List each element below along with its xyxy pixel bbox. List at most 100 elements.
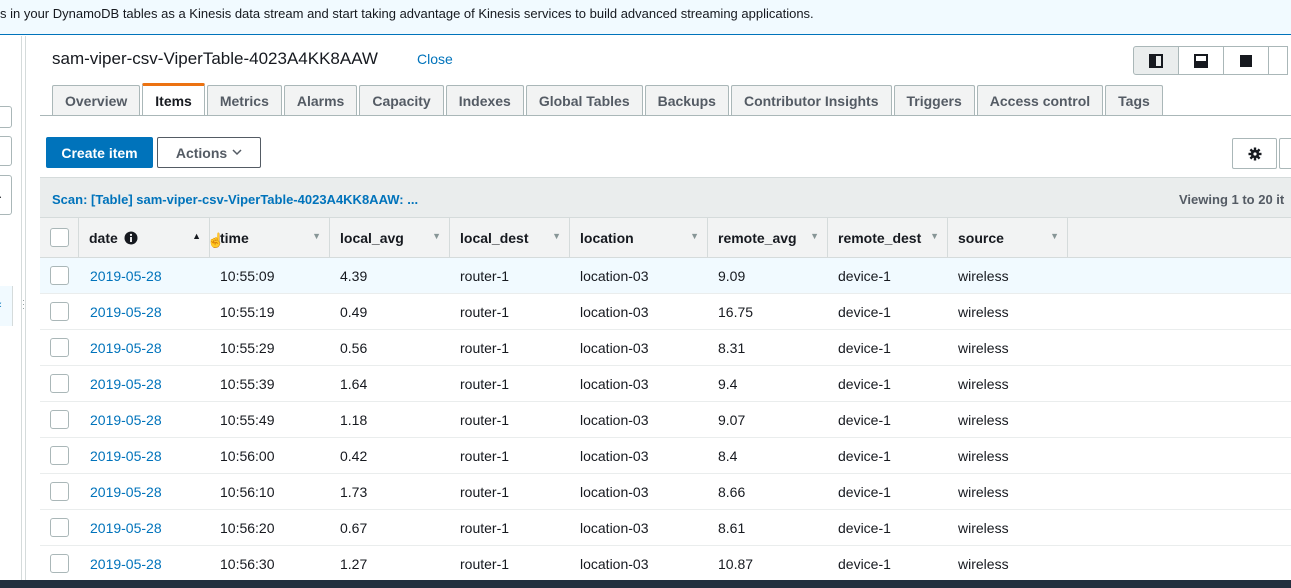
cell-date[interactable]: 2019-05-28 (90, 556, 162, 572)
table-row[interactable]: 2019-05-28 10:55:29 0.56 router-1 location-0… (40, 330, 1291, 366)
tab-backups[interactable]: Backups (644, 85, 729, 116)
cell-time: 10:55:39 (220, 376, 275, 392)
tab-items[interactable]: Items (142, 83, 205, 116)
column-header-date[interactable]: date ☝ ▲ (79, 218, 224, 258)
cell-date[interactable]: 2019-05-28 (90, 376, 162, 392)
split-vertical-view-button[interactable] (1133, 46, 1179, 75)
table-row[interactable]: 2019-05-28 10:55:49 1.18 router-1 location-0… (40, 402, 1291, 438)
left-nav-dropdown[interactable]: ▲ (0, 175, 12, 215)
row-checkbox[interactable] (50, 446, 69, 465)
actions-label: Actions (175, 144, 228, 161)
cell-date[interactable]: 2019-05-28 (90, 484, 162, 500)
cell-local-avg: 1.18 (340, 412, 368, 428)
row-checkbox[interactable] (50, 518, 69, 537)
cell-date[interactable]: 2019-05-28 (90, 520, 162, 536)
tab-capacity[interactable]: Capacity (359, 85, 444, 116)
close-link[interactable]: Close (417, 51, 453, 67)
sort-icon[interactable]: ▼ (930, 231, 939, 241)
cell-local-avg: 1.73 (340, 484, 368, 500)
tab-indexes[interactable]: Indexes (445, 85, 524, 116)
cell-source: wireless (958, 448, 1009, 464)
sort-icon[interactable]: ▼ (312, 231, 321, 241)
row-checkbox[interactable] (50, 302, 69, 321)
caret-up-icon: ▲ (0, 190, 3, 200)
left-nav-field[interactable] (0, 106, 12, 128)
table-row[interactable]: 2019-05-28 10:55:19 0.49 router-1 location-0… (40, 294, 1291, 330)
toolbar-button-edge[interactable] (1279, 138, 1291, 169)
sort-ascending-icon[interactable]: ▲ (192, 231, 201, 241)
cell-local-avg: 4.39 (340, 268, 368, 284)
scan-query-link[interactable]: Scan: [Table] sam-viper-csv-ViperTable-4… (52, 192, 418, 207)
cell-remote-avg: 8.61 (718, 520, 746, 536)
cell-local-avg: 0.42 (340, 448, 368, 464)
create-item-button[interactable]: Create item (46, 137, 153, 168)
cell-date[interactable]: 2019-05-28 (90, 340, 162, 356)
cell-date[interactable]: 2019-05-28 (90, 304, 162, 320)
column-label: time (220, 230, 249, 246)
row-checkbox[interactable] (50, 410, 69, 429)
info-icon[interactable] (124, 231, 138, 245)
create-item-label: Create item (61, 144, 138, 161)
cell-location: location-03 (580, 304, 649, 320)
sort-icon[interactable]: ▼ (810, 231, 819, 241)
tab-alarms[interactable]: Alarms (283, 85, 358, 116)
cell-date[interactable]: 2019-05-28 (90, 412, 162, 428)
cell-date[interactable]: 2019-05-28 (90, 268, 162, 284)
tab-overview[interactable]: Overview (52, 85, 141, 116)
tab-label: Items (155, 93, 192, 109)
tab-label: Alarms (296, 93, 345, 109)
cell-time: 10:56:10 (220, 484, 275, 500)
cell-remote-avg: 16.75 (718, 304, 754, 320)
tab-access-control[interactable]: Access control (976, 85, 1104, 116)
cell-location: location-03 (580, 448, 649, 464)
column-header-local-dest[interactable]: local_dest ▼ (450, 218, 570, 258)
left-nav-field-2[interactable] (0, 136, 12, 166)
split-horizontal-view-button[interactable] (1178, 46, 1224, 75)
row-checkbox[interactable] (50, 338, 69, 357)
cell-time: 10:56:00 (220, 448, 275, 464)
column-header-local-avg[interactable]: local_avg ▼ (330, 218, 450, 258)
cell-date[interactable]: 2019-05-28 (90, 448, 162, 464)
cell-source: wireless (958, 520, 1009, 536)
view-button-edge[interactable] (1268, 46, 1288, 75)
cell-time: 10:55:29 (220, 340, 275, 356)
column-header-remote-avg[interactable]: remote_avg ▼ (708, 218, 828, 258)
sort-icon[interactable]: ▼ (690, 231, 699, 241)
sort-icon[interactable]: ▼ (1050, 231, 1059, 241)
tab-triggers[interactable]: Triggers (893, 85, 975, 116)
table-row[interactable]: 2019-05-28 10:56:00 0.42 router-1 location-0… (40, 438, 1291, 474)
cell-local-avg: 0.56 (340, 340, 368, 356)
row-checkbox[interactable] (50, 554, 69, 573)
row-checkbox[interactable] (50, 266, 69, 285)
cell-remote-avg: 10.87 (718, 556, 754, 572)
table-row[interactable]: 2019-05-28 10:56:10 1.73 router-1 location-0… (40, 474, 1291, 510)
tab-metrics[interactable]: Metrics (206, 85, 282, 116)
full-view-button[interactable] (1223, 46, 1269, 75)
column-header-source[interactable]: source ▼ (948, 218, 1068, 258)
cell-local-dest: router-1 (460, 304, 510, 320)
preferences-button[interactable] (1232, 138, 1277, 169)
actions-button[interactable]: Actions (157, 137, 261, 168)
tab-label: Indexes (458, 93, 511, 109)
table-row[interactable]: 2019-05-28 10:56:20 0.67 router-1 location-0… (40, 510, 1291, 546)
column-header-remote-dest[interactable]: remote_dest ▼ (828, 218, 948, 258)
column-header-time[interactable]: time ▼ (210, 218, 330, 258)
sort-icon[interactable]: ▼ (432, 231, 441, 241)
row-checkbox[interactable] (50, 374, 69, 393)
view-mode-group (1133, 46, 1288, 75)
table-row[interactable]: 2019-05-28 10:56:30 1.27 router-1 location-0… (40, 546, 1291, 582)
left-nav-strip: ▲ ‹ (0, 36, 14, 580)
column-label: source (958, 230, 1004, 246)
row-checkbox[interactable] (50, 482, 69, 501)
split-horizontal-icon (1194, 53, 1208, 68)
cell-remote-dest: device-1 (838, 376, 891, 392)
tab-contributor-insights[interactable]: Contributor Insights (730, 85, 892, 116)
table-row[interactable]: 2019-05-28 10:55:39 1.64 router-1 location-0… (40, 366, 1291, 402)
sort-icon[interactable]: ▼ (552, 231, 561, 241)
tab-tags[interactable]: Tags (1105, 85, 1163, 116)
cell-local-dest: router-1 (460, 448, 510, 464)
table-row[interactable]: 2019-05-28 10:55:09 4.39 router-1 location-0… (40, 258, 1291, 294)
select-all-checkbox[interactable] (50, 228, 69, 247)
tab-global-tables[interactable]: Global Tables (525, 85, 643, 116)
column-header-location[interactable]: location ▼ (570, 218, 708, 258)
